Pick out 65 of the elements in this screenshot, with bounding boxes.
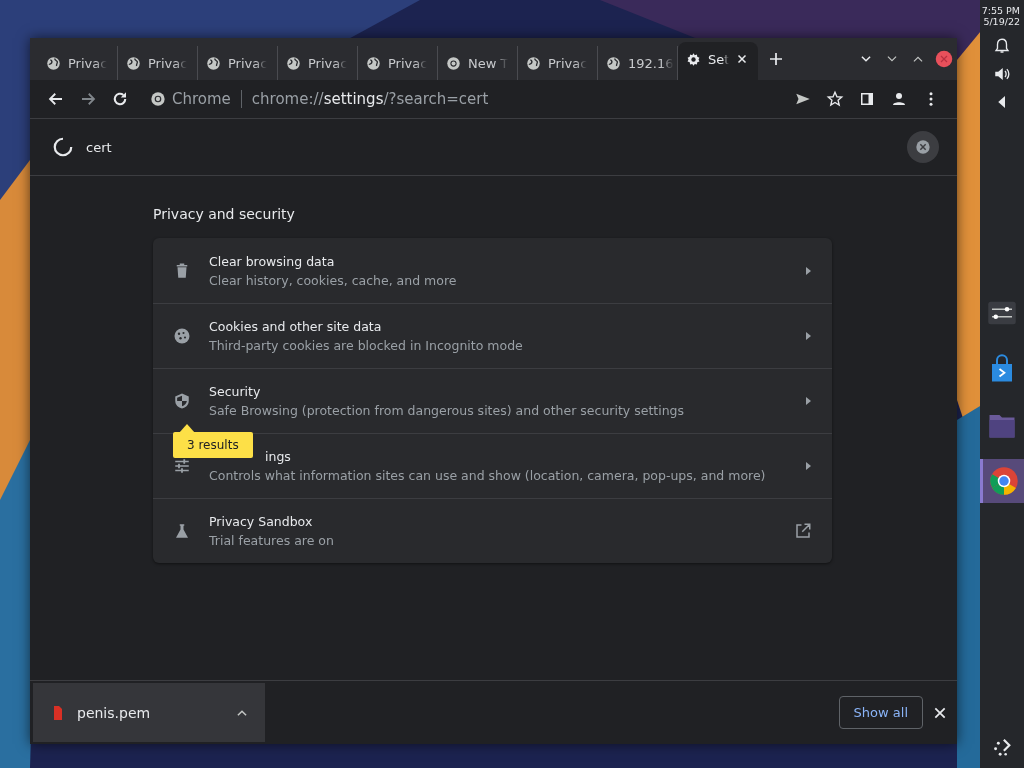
- browser-tab[interactable]: Privac: [38, 46, 118, 80]
- launcher-icon[interactable]: [991, 736, 1013, 758]
- chrome-icon: [446, 55, 461, 71]
- clear-search-button[interactable]: [907, 131, 939, 163]
- reload-icon[interactable]: [111, 90, 129, 108]
- download-item[interactable]: penis.pem: [33, 683, 265, 742]
- close-icon[interactable]: [736, 53, 749, 65]
- globe-icon: [606, 55, 621, 71]
- globe-icon: [286, 55, 301, 71]
- star-icon[interactable]: [826, 90, 844, 108]
- row-description: Trial features are on: [209, 533, 334, 548]
- cookie-icon: [173, 327, 191, 345]
- sliders-icon: [173, 457, 191, 475]
- row-title: Clear browsing data: [209, 253, 335, 269]
- section-title: Privacy and security: [153, 206, 296, 222]
- settings-row[interactable]: Privacy Sandbox Trial features are on: [153, 498, 832, 563]
- row-title: ings: [265, 449, 291, 464]
- chrome-icon: [150, 91, 166, 107]
- clock-date: 5/19/22: [982, 16, 1020, 27]
- profile-icon[interactable]: [890, 90, 908, 108]
- speaker-icon[interactable]: [993, 65, 1011, 83]
- close-icon[interactable]: [933, 705, 947, 720]
- shield-icon: [173, 392, 191, 410]
- globe-icon: [126, 55, 141, 71]
- loading-spinner-icon: [52, 136, 74, 158]
- row-description: Third-party cookies are blocked in Incognito mode: [209, 338, 523, 353]
- caret-right-icon: [804, 396, 812, 406]
- clock-time: 7:55 PM: [981, 5, 1020, 16]
- row-description: Clear history, cookies, cache, and more: [209, 272, 457, 288]
- plus-icon[interactable]: [768, 51, 784, 67]
- caret-right-icon: [804, 331, 812, 341]
- site-label: Chrome: [172, 90, 231, 108]
- browser-tab[interactable]: Privac: [198, 46, 278, 80]
- settings-row[interactable]: Cookies and other site data Third-party cookies are blocked in Incognito mode: [153, 303, 832, 368]
- globe-icon: [526, 55, 541, 71]
- row-title: Privacy Sandbox: [209, 514, 313, 529]
- chrome-icon[interactable]: [988, 466, 1019, 496]
- row-description: Safe Browsing (protection from dangerous sites) and other security settings: [209, 403, 685, 418]
- search-field[interactable]: cert: [86, 139, 895, 155]
- browser-tab[interactable]: Privac: [358, 46, 438, 80]
- browser-tab[interactable]: New T: [438, 46, 518, 80]
- browser-tab[interactable]: Privac: [518, 46, 598, 80]
- flask-icon: [173, 522, 191, 540]
- close-icon: [915, 139, 931, 155]
- browser-tab[interactable]: Privac: [278, 46, 358, 80]
- caret-right-icon: [804, 461, 812, 471]
- browser-tab[interactable]: Privac: [118, 46, 198, 80]
- bell-icon[interactable]: [993, 37, 1011, 55]
- file-icon: [53, 705, 63, 720]
- show-all-button[interactable]: Show all: [838, 696, 923, 729]
- settings-icon: [686, 51, 701, 67]
- globe-icon: [46, 55, 61, 71]
- globe-icon: [366, 55, 381, 71]
- globe-icon: [206, 55, 221, 71]
- caret-right-icon: [804, 265, 812, 276]
- settings-row[interactable]: Clear browsing data Clear history, cookies, cache, and more: [153, 238, 832, 303]
- row-description: Controls what information sites can use and show (location, camera, pop-ups, and more): [209, 468, 766, 483]
- side-panel-icon[interactable]: [858, 90, 876, 108]
- forward-arrow-icon[interactable]: [79, 90, 97, 108]
- address-field[interactable]: chrome://settings/?search=cert: [251, 90, 489, 108]
- row-title: Cookies and other site data: [209, 319, 382, 334]
- row-title: Security: [209, 384, 261, 399]
- external-link-icon: [794, 522, 812, 540]
- browser-tab[interactable]: Set: [678, 42, 758, 80]
- back-arrow-icon[interactable]: [47, 90, 65, 108]
